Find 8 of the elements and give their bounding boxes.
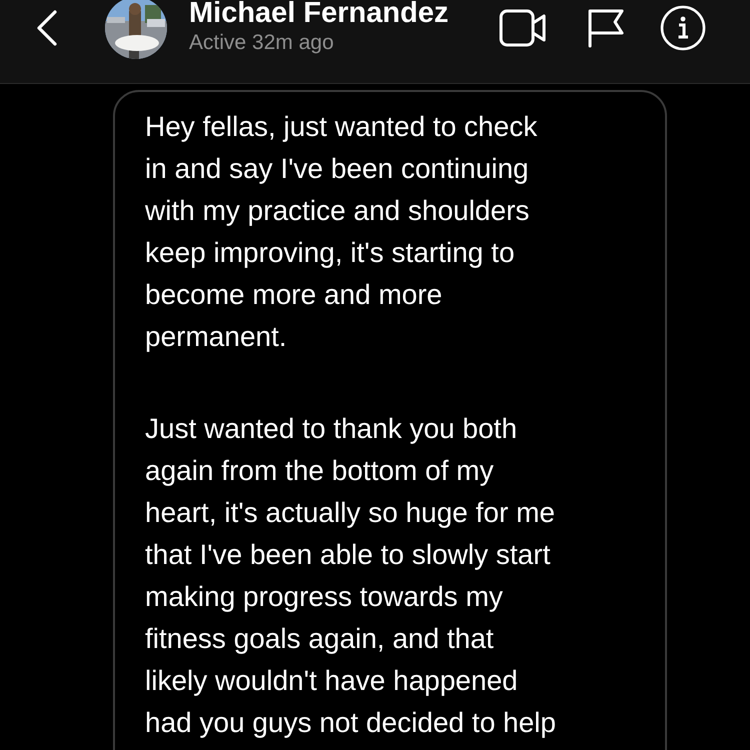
- active-status: Active 32m ago: [189, 30, 335, 56]
- video-camera-icon[interactable]: [499, 9, 547, 47]
- message-text: Just wanted to thank you both again from the bottom of my heart, it's actually so huge for me that I've been able to slowly start making progress towards my fitness goals again, and that likely wouldn't have happened had you guys not decided to help: [145, 412, 557, 740]
- info-icon[interactable]: [660, 5, 706, 51]
- contact-name: Michael Fernandez: [189, 0, 450, 30]
- message-text: Hey fellas, just wanted to check in and say I've been continuing with my practice and shoulders keep improving, it's starting to become more and more permanent.: [145, 110, 538, 354]
- back-icon[interactable]: [36, 10, 58, 46]
- flag-icon[interactable]: [587, 8, 625, 48]
